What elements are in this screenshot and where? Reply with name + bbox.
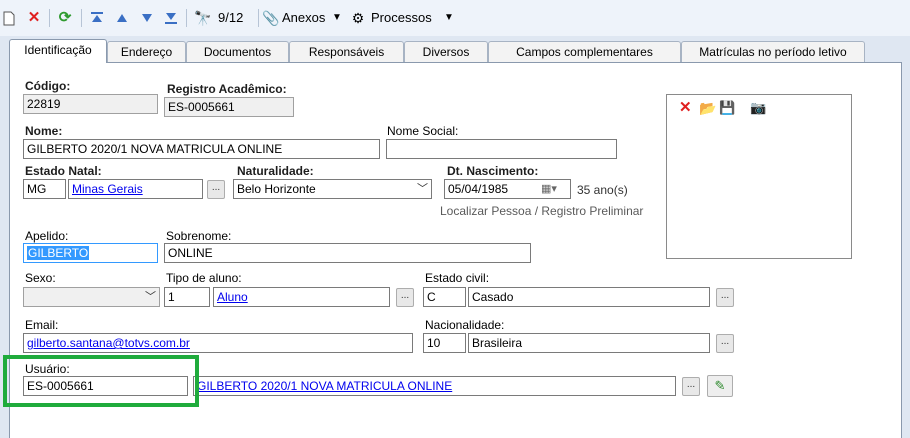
camera-icon[interactable]: 📷 bbox=[750, 100, 766, 116]
registro-academico-field[interactable]: ES-0005661 bbox=[164, 97, 294, 117]
next-record-icon[interactable] bbox=[138, 8, 156, 28]
first-record-icon[interactable] bbox=[88, 8, 106, 28]
dt-nascimento-label: Dt. Nascimento: bbox=[447, 164, 539, 178]
highlight-box bbox=[3, 355, 199, 407]
attachments-dropdown-icon[interactable]: ▼ bbox=[332, 10, 342, 26]
estado-natal-code-field[interactable]: MG bbox=[23, 179, 66, 199]
binoculars-icon[interactable]: 🔭 bbox=[194, 8, 212, 28]
processes-menu[interactable]: Processos bbox=[371, 10, 432, 26]
email-label: Email: bbox=[25, 318, 59, 332]
tipo-aluno-name-field[interactable]: Aluno bbox=[213, 287, 390, 307]
estado-natal-name-field[interactable]: Minas Gerais bbox=[68, 179, 203, 199]
nome-social-label: Nome Social: bbox=[387, 124, 459, 138]
usuario-lookup-button[interactable]: ... bbox=[682, 377, 700, 396]
tab-endereco[interactable]: Endereço bbox=[107, 41, 186, 62]
sexo-select[interactable]: ﹀ bbox=[23, 287, 160, 307]
estado-civil-code-field[interactable]: C bbox=[423, 287, 466, 307]
apelido-field[interactable]: GILBERTO bbox=[23, 243, 158, 263]
calendar-dropdown-icon[interactable]: ▦▾ bbox=[541, 180, 557, 198]
codigo-label: Código: bbox=[25, 79, 71, 93]
estado-civil-lookup-button[interactable]: ... bbox=[716, 288, 734, 307]
nacionalidade-lookup-button[interactable]: ... bbox=[716, 334, 734, 353]
dt-nascimento-field[interactable]: 05/04/1985 ▦▾ bbox=[444, 179, 571, 199]
nome-social-field[interactable] bbox=[386, 139, 617, 159]
chevron-down-icon: ﹀ bbox=[145, 291, 156, 303]
last-record-icon[interactable] bbox=[162, 8, 180, 28]
usuario-link[interactable]: GILBERTO 2020/1 NOVA MATRICULA ONLINE bbox=[197, 379, 452, 393]
save-photo-icon[interactable]: 💾 bbox=[719, 100, 735, 116]
estado-natal-link[interactable]: Minas Gerais bbox=[72, 182, 143, 196]
estado-natal-label: Estado Natal: bbox=[25, 164, 102, 178]
record-position: 9/12 bbox=[218, 10, 244, 25]
new-record-icon[interactable] bbox=[2, 8, 16, 28]
registro-academico-label: Registro Acadêmico: bbox=[167, 82, 287, 96]
nome-label: Nome: bbox=[25, 124, 63, 138]
usuario-name-field[interactable]: GILBERTO 2020/1 NOVA MATRICULA ONLINE bbox=[193, 376, 676, 396]
tipo-aluno-lookup-button[interactable]: ... bbox=[396, 288, 414, 307]
nacionalidade-label: Nacionalidade: bbox=[425, 318, 505, 332]
previous-record-icon[interactable] bbox=[113, 8, 131, 28]
photo-box bbox=[666, 94, 852, 259]
attachments-menu[interactable]: Anexos bbox=[282, 10, 325, 26]
email-field[interactable]: gilberto.santana@totvs.com.br bbox=[23, 333, 413, 353]
tab-responsaveis[interactable]: Responsáveis bbox=[289, 41, 404, 62]
estado-natal-lookup-button[interactable]: ... bbox=[207, 180, 225, 199]
email-link[interactable]: gilberto.santana@totvs.com.br bbox=[27, 336, 190, 350]
tipo-aluno-code-field[interactable]: 1 bbox=[164, 287, 210, 307]
naturalidade-label: Naturalidade: bbox=[237, 164, 314, 178]
codigo-field[interactable]: 22819 bbox=[23, 94, 158, 114]
estado-civil-name-field[interactable]: Casado bbox=[468, 287, 710, 307]
tipo-aluno-link[interactable]: Aluno bbox=[217, 290, 248, 304]
sexo-label: Sexo: bbox=[25, 271, 56, 285]
nome-field[interactable]: GILBERTO 2020/1 NOVA MATRICULA ONLINE bbox=[23, 139, 380, 159]
user-edit-icon[interactable]: ✎ bbox=[707, 375, 733, 397]
localizar-pessoa-link[interactable]: Localizar Pessoa / Registro Preliminar bbox=[440, 204, 643, 218]
sobrenome-field[interactable]: ONLINE bbox=[164, 243, 531, 263]
delete-icon[interactable]: ✕ bbox=[24, 8, 44, 28]
paperclip-icon: 📎 bbox=[262, 10, 280, 26]
open-folder-icon[interactable]: 📂 bbox=[699, 100, 716, 116]
apelido-label: Apelido: bbox=[25, 229, 69, 243]
processes-icon: ⚙ bbox=[351, 10, 365, 26]
tab-campos-complementares[interactable]: Campos complementares bbox=[488, 41, 681, 62]
tab-identificacao[interactable]: Identificação bbox=[9, 39, 107, 63]
nacionalidade-code-field[interactable]: 10 bbox=[423, 333, 466, 353]
tab-matriculas[interactable]: Matrículas no período letivo bbox=[681, 41, 865, 62]
chevron-down-icon: ﹀ bbox=[417, 183, 428, 195]
toolbar: ✕ ⟳ 🔭 9/12 📎 Anexos ▼ ⚙ Processos ▼ bbox=[0, 0, 910, 36]
idade-text: 35 ano(s) bbox=[577, 183, 628, 197]
tab-documentos[interactable]: Documentos bbox=[186, 41, 289, 62]
tab-diversos[interactable]: Diversos bbox=[404, 41, 488, 62]
nacionalidade-name-field[interactable]: Brasileira bbox=[468, 333, 710, 353]
estado-civil-label: Estado civil: bbox=[425, 271, 490, 285]
naturalidade-select[interactable]: Belo Horizonte ﹀ bbox=[233, 179, 432, 199]
remove-photo-icon[interactable]: ✕ bbox=[679, 100, 692, 116]
processes-dropdown-icon[interactable]: ▼ bbox=[444, 10, 454, 26]
refresh-icon[interactable]: ⟳ bbox=[55, 8, 75, 28]
sobrenome-label: Sobrenome: bbox=[166, 229, 232, 243]
tipo-aluno-label: Tipo de aluno: bbox=[166, 271, 242, 285]
